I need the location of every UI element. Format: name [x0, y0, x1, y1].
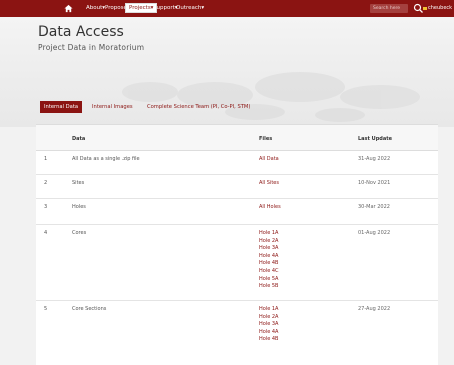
row-index: 3 — [44, 204, 48, 210]
update-year: 2022 — [377, 306, 391, 312]
file-link[interactable]: Hole 5A — [259, 276, 279, 284]
user-icon — [423, 7, 427, 10]
row-data-name: Sites — [72, 180, 85, 186]
file-link[interactable]: Hole 4A — [259, 329, 279, 337]
nav-item-support[interactable]: Support▾ — [153, 5, 178, 11]
file-link[interactable]: Hole 3A — [259, 245, 279, 253]
update-year: 2022 — [377, 156, 391, 162]
username-link[interactable]: cheubeck — [428, 5, 452, 11]
file-link[interactable]: Hole 3A — [259, 321, 279, 329]
row-files: Hole 1A Hole 2A Hole 3A Hole 4A Hole 4B … — [259, 230, 279, 291]
tab-internal-data[interactable]: Internal Data — [40, 101, 83, 113]
row-index: 2 — [44, 180, 48, 186]
page-title: Data Access — [38, 24, 124, 40]
column-header-last-update: Last Update — [358, 136, 393, 142]
file-link[interactable]: All Sites — [259, 180, 279, 188]
row-files: Hole 1A Hole 2A Hole 3A Hole 4A Hole 4B — [259, 306, 279, 344]
row-data-name: Core Sections — [72, 306, 107, 312]
file-link[interactable]: Hole 1A — [259, 230, 279, 238]
update-date: 30-Mar — [358, 204, 376, 210]
row-index: 5 — [44, 306, 48, 312]
file-link[interactable]: Hole 4C — [259, 268, 279, 276]
file-link[interactable]: All Data — [259, 156, 279, 164]
nav-item-about[interactable]: About▾ — [86, 5, 105, 11]
file-link[interactable]: All Holes — [259, 204, 281, 212]
nav-item-outreach[interactable]: Outreach▾ — [176, 5, 204, 11]
search-input[interactable]: Search here — [370, 4, 408, 13]
update-year: 2021 — [377, 180, 391, 186]
update-year: 2022 — [377, 204, 390, 210]
column-header-data: Data — [72, 136, 86, 142]
file-link[interactable]: Hole 5B — [259, 283, 279, 291]
row-data-name: Holes — [72, 204, 86, 210]
row-files: All Data — [259, 156, 279, 164]
file-link[interactable]: Hole 2A — [259, 314, 279, 322]
top-navbar: About▾ Proposes▾ Projects▾ Support▾ Outr… — [0, 0, 454, 17]
update-year: 2022 — [377, 230, 391, 236]
row-index: 1 — [44, 156, 48, 162]
update-date: 31-Aug — [358, 156, 376, 162]
update-date: 27-Aug — [358, 306, 376, 312]
row-last-update: 01-Aug 2022 — [358, 230, 390, 238]
file-link[interactable]: Hole 2A — [259, 238, 279, 246]
row-index: 4 — [44, 230, 48, 236]
row-last-update: 27-Aug 2022 — [358, 306, 390, 314]
tab-internal-images[interactable]: Internal Images — [92, 101, 133, 113]
file-link[interactable]: Hole 4B — [259, 336, 279, 344]
row-last-update: 10-Nov 2021 — [358, 180, 390, 188]
table-row: 3 Holes All Holes 30-Mar 2022 — [36, 198, 438, 225]
file-link[interactable]: Hole 1A — [259, 306, 279, 314]
row-last-update: 31-Aug 2022 — [358, 156, 390, 164]
table-row: 5 Core Sections Hole 1A Hole 2A Hole 3A … — [36, 300, 438, 360]
table-row: 1 All Data as a single .zip file All Dat… — [36, 150, 438, 175]
update-date: 01-Aug — [358, 230, 376, 236]
tab-science-team[interactable]: Complete Science Team (PI, Co-PI, STM) — [147, 101, 250, 113]
row-files: All Sites — [259, 180, 279, 188]
table-row: 4 Cores Hole 1A Hole 2A Hole 3A Hole 4A … — [36, 224, 438, 301]
row-data-name: Cores — [72, 230, 87, 236]
file-link[interactable]: Hole 4A — [259, 253, 279, 261]
row-files: All Holes — [259, 204, 281, 212]
column-header-files: Files — [259, 136, 273, 142]
home-icon[interactable] — [64, 4, 73, 13]
page-subtitle: Project Data in Moratorium — [38, 43, 145, 52]
table-row: 2 Sites All Sites 10-Nov 2021 — [36, 174, 438, 199]
data-table: Data Files Last Update 1 All Data as a s… — [36, 124, 438, 365]
file-link[interactable]: Hole 4B — [259, 260, 279, 268]
row-data-name: All Data as a single .zip file — [72, 156, 140, 162]
table-header: Data Files Last Update — [36, 125, 438, 151]
row-last-update: 30-Mar 2022 — [358, 204, 390, 212]
update-date: 10-Nov — [358, 180, 376, 186]
